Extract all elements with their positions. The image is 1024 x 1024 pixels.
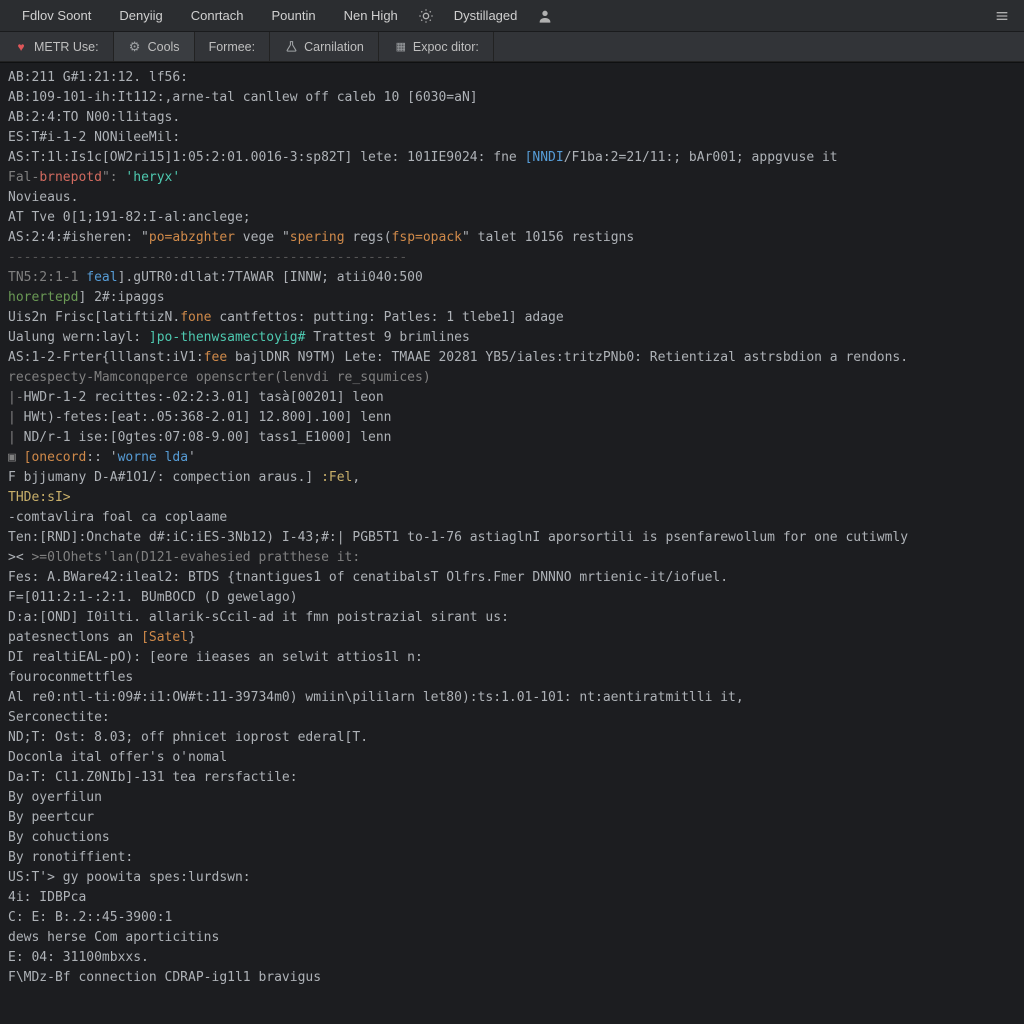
console-line: AB:2:4:TO N00:l1itags. bbox=[8, 108, 1014, 128]
tab-strip: ♥ METR Use: ⚙ Cools Formee: Carnilation … bbox=[0, 32, 1024, 62]
console-line: By ronotiffient: bbox=[8, 848, 1014, 868]
console-line: dews herse Com aporticitins bbox=[8, 928, 1014, 948]
menu-denyiig[interactable]: Denyiig bbox=[105, 8, 176, 23]
console-line: ▣ [onecord:: 'worne lda' bbox=[8, 448, 1014, 468]
console-line: horertepd] 2#:ipaggs bbox=[8, 288, 1014, 308]
user-icon[interactable] bbox=[531, 2, 559, 30]
console-line: |-HWDr-1-2 recittes:-02:2:3.01] tasà[002… bbox=[8, 388, 1014, 408]
tab-expoc-ditor[interactable]: ▦ Expoc ditor: bbox=[379, 32, 494, 61]
grid-icon: ▦ bbox=[393, 40, 407, 54]
console-line: patesnectlons an [Satel} bbox=[8, 628, 1014, 648]
flask-icon bbox=[284, 40, 298, 54]
tab-label: Carnilation bbox=[304, 40, 364, 54]
tab-label: Formee: bbox=[209, 40, 256, 54]
console-line: AS:T:1l:Is1c[OW2ri15]1:05:2:01.0016-3:sp… bbox=[8, 148, 1014, 168]
console-line: | HWt)-fetes:[eat:.05:368-2.01] 12.800].… bbox=[8, 408, 1014, 428]
console-line: AB:211 G#1:21:12. lf56: bbox=[8, 68, 1014, 88]
console-line: ES:T#i-1-2 NONileeMil: bbox=[8, 128, 1014, 148]
console-line: F bjjumany D-A#1O1/: compection araus.] … bbox=[8, 468, 1014, 488]
console-line: AS:2:4:#isheren: "po=abzghter vege "sper… bbox=[8, 228, 1014, 248]
gear-icon: ⚙ bbox=[128, 40, 142, 54]
console-line: Fes: A.BWare42:ileal2: BTDS {tnantigues1… bbox=[8, 568, 1014, 588]
console-line: Al re0:ntl-ti:09#:i1:OW#t:11-39734m0) wm… bbox=[8, 688, 1014, 708]
console-output[interactable]: AB:211 G#1:21:12. lf56:AB:109-101-ih:It1… bbox=[0, 62, 1024, 1024]
console-line: Uis2n Frisc[latiftizN.fone cantfettos: p… bbox=[8, 308, 1014, 328]
menu-dystillaged[interactable]: Dystillaged bbox=[440, 8, 532, 23]
menu-fdlov[interactable]: Fdlov Soont bbox=[8, 8, 105, 23]
sun-icon[interactable] bbox=[412, 2, 440, 30]
console-line: THDe:sI> bbox=[8, 488, 1014, 508]
console-line: By cohuctions bbox=[8, 828, 1014, 848]
console-line: US:T'> gy poowita spes:lurdswn: bbox=[8, 868, 1014, 888]
console-line: Ten:[RND]:Onchate d#:iC:iES-3Nb12) I-43;… bbox=[8, 528, 1014, 548]
console-line: Fal-brnepotd": 'heryx' bbox=[8, 168, 1014, 188]
menu-conrtach[interactable]: Conrtach bbox=[177, 8, 258, 23]
console-line: >< >=0lOhets'lan(D121-evahesied pratthes… bbox=[8, 548, 1014, 568]
console-line: Da:T: Cl1.Z0NIb]-131 tea rersfactile: bbox=[8, 768, 1014, 788]
hamburger-icon[interactable] bbox=[988, 2, 1016, 30]
console-panel: AB:211 G#1:21:12. lf56:AB:109-101-ih:It1… bbox=[0, 62, 1024, 1024]
console-line: ND;T: Ost: 8.03; off phnicet ioprost ede… bbox=[8, 728, 1014, 748]
tab-formee[interactable]: Formee: bbox=[195, 32, 271, 61]
menu-bar: Fdlov Soont Denyiig Conrtach Pountin Nen… bbox=[0, 0, 1024, 32]
tab-carnilation[interactable]: Carnilation bbox=[270, 32, 379, 61]
console-line: F=[011:2:1-:2:1. BUmBOCD (D gewelago) bbox=[8, 588, 1014, 608]
console-line: AT Tve 0[1;191-82:I-al:anclege; bbox=[8, 208, 1014, 228]
console-line: 4i: IDBPca bbox=[8, 888, 1014, 908]
tab-label: Expoc ditor: bbox=[413, 40, 479, 54]
console-line: Ualung wern:layl: ]po-thenwsamectoyig# T… bbox=[8, 328, 1014, 348]
menu-pountin[interactable]: Pountin bbox=[257, 8, 329, 23]
console-line: AB:109-101-ih:It112:,arne-tal canllew of… bbox=[8, 88, 1014, 108]
console-line: ----------------------------------------… bbox=[8, 248, 1014, 268]
console-line: TN5:2:1-1 feal].gUTR0:dllat:7TAWAR [INNW… bbox=[8, 268, 1014, 288]
console-line: AS:1-2-Frter{lllanst:iV1:fee bajlDNR N9T… bbox=[8, 348, 1014, 368]
console-line: | ND/r-1 ise:[0gtes:07:08-9.00] tass1_E1… bbox=[8, 428, 1014, 448]
console-line: F\MDz-Bf connection CDRAP-ig1l1 bravigus bbox=[8, 968, 1014, 988]
console-line: Serconectite: bbox=[8, 708, 1014, 728]
console-line: -comtavlira foal ca coplaame bbox=[8, 508, 1014, 528]
console-line: recespecty-Mamconqperce openscrter(lenvd… bbox=[8, 368, 1014, 388]
heart-icon: ♥ bbox=[14, 40, 28, 54]
console-line: D:a:[OND] I0ilti. allarik-sCcil-ad it fm… bbox=[8, 608, 1014, 628]
console-line: fouroconmettfles bbox=[8, 668, 1014, 688]
console-line: Novieaus. bbox=[8, 188, 1014, 208]
console-line: C: E: B:.2::45-3900:1 bbox=[8, 908, 1014, 928]
tab-label: METR Use: bbox=[34, 40, 99, 54]
console-line: Doconla ital offer's o'nomal bbox=[8, 748, 1014, 768]
tab-metr-use[interactable]: ♥ METR Use: bbox=[0, 32, 114, 61]
menu-nenhigh[interactable]: Nen High bbox=[330, 8, 412, 23]
console-line: DI realtiEAL-pO): [eore iieases an selwi… bbox=[8, 648, 1014, 668]
console-line: By oyerfilun bbox=[8, 788, 1014, 808]
tab-label: Cools bbox=[148, 40, 180, 54]
console-line: E: 04: 31100mbxxs. bbox=[8, 948, 1014, 968]
console-line: By peertcur bbox=[8, 808, 1014, 828]
tab-cools[interactable]: ⚙ Cools bbox=[114, 32, 195, 61]
